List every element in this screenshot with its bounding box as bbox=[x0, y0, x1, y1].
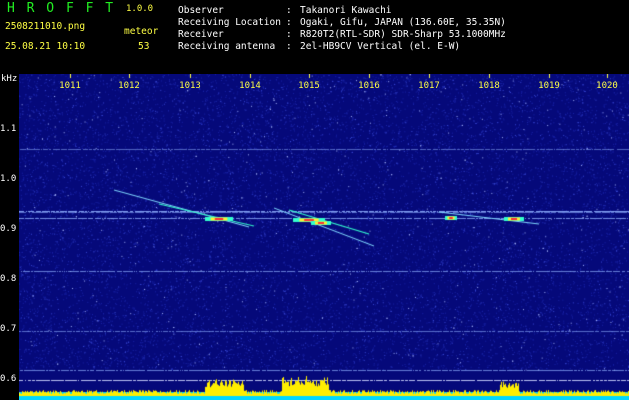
info-key: Receiver bbox=[178, 29, 224, 40]
y-tick-label: 0.8 bbox=[0, 274, 17, 284]
info-value: Ogaki, Gifu, JAPAN (136.60E, 35.35N) bbox=[300, 17, 506, 28]
info-value: Takanori Kawachi bbox=[300, 5, 392, 16]
info-row-receiver: Receiver: R820T2(RTL-SDR) SDR-Sharp 53.10… bbox=[178, 29, 506, 41]
info-value: R820T2(RTL-SDR) SDR-Sharp 53.1000MHz bbox=[300, 29, 506, 40]
x-tick-label: 1016 bbox=[358, 81, 380, 91]
info-key: Receiving antenna bbox=[178, 41, 276, 52]
header-panel: H R O F F T 1.0.0 2508211010.png 25.08.2… bbox=[0, 0, 629, 74]
info-key: Receiving Location bbox=[178, 17, 281, 28]
app-version: 1.0.0 bbox=[126, 4, 154, 14]
x-tick-label: 1014 bbox=[239, 81, 261, 91]
x-tick-label: 1017 bbox=[418, 81, 440, 91]
info-row-observer: Observer: Takanori Kawachi bbox=[178, 5, 506, 17]
app-brand: H R O F F T bbox=[7, 1, 116, 16]
x-tick-label: 1015 bbox=[298, 81, 320, 91]
station-info: Observer: Takanori Kawachi Receiving Loca… bbox=[178, 5, 506, 53]
info-colon: : bbox=[286, 29, 292, 40]
x-tick-label: 1013 bbox=[179, 81, 201, 91]
info-key: Observer bbox=[178, 5, 224, 16]
info-row-location: Receiving Location: Ogaki, Gifu, JAPAN (1… bbox=[178, 17, 506, 29]
info-colon: : bbox=[286, 5, 292, 16]
y-tick-label: 1.0 bbox=[0, 174, 17, 184]
x-tick-label: 1019 bbox=[538, 81, 560, 91]
meteor-count: 53 bbox=[138, 41, 150, 52]
info-colon: : bbox=[286, 41, 292, 52]
observation-datetime: 25.08.21 10:10 bbox=[5, 41, 86, 52]
y-tick-label: 1.1 bbox=[0, 124, 17, 134]
y-axis-unit: kHz bbox=[1, 74, 18, 84]
x-tick-label: 1018 bbox=[478, 81, 500, 91]
waterfall-spectrogram bbox=[19, 74, 629, 400]
y-tick-label: 0.7 bbox=[0, 324, 17, 334]
image-filename: 2508211010.png bbox=[5, 21, 86, 32]
info-row-antenna: Receiving antenna:2el-HB9CV Vertical (el… bbox=[178, 41, 506, 53]
meteor-label: meteor bbox=[124, 26, 159, 37]
info-colon: : bbox=[286, 17, 292, 28]
y-tick-label: 0.9 bbox=[0, 224, 17, 234]
x-tick-label: 1011 bbox=[59, 81, 81, 91]
y-tick-label: 0.6 bbox=[0, 374, 17, 384]
x-tick-label: 1012 bbox=[118, 81, 140, 91]
x-tick-label: 1020 bbox=[596, 81, 618, 91]
info-value: 2el-HB9CV Vertical (el. E-W) bbox=[300, 41, 461, 52]
